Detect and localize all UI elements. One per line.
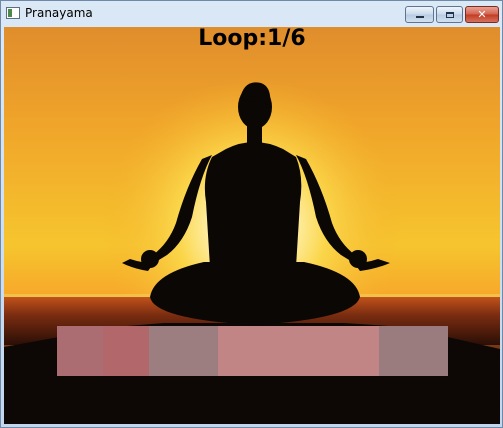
close-button[interactable]: ✕ [465,6,499,23]
progress-segment [218,326,380,376]
loop-counter: Loop:1/6 [198,27,306,51]
minimize-button[interactable] [405,6,434,23]
minimize-icon [415,16,424,18]
app-window-icon[interactable] [6,7,20,19]
title-bar[interactable]: Pranayama ✕ [1,1,502,27]
maximize-icon [445,11,454,18]
app-window: Pranayama ✕ Loop:1/6 [0,0,503,428]
close-icon: ✕ [477,8,487,21]
breathing-progress-bar [57,326,448,376]
maximize-button[interactable] [436,6,463,23]
progress-segment [379,326,448,376]
progress-segment [149,326,219,376]
window-title: Pranayama [25,6,93,20]
progress-segment [57,326,104,376]
client-area: Loop:1/6 [4,27,500,424]
progress-segment [103,326,150,376]
